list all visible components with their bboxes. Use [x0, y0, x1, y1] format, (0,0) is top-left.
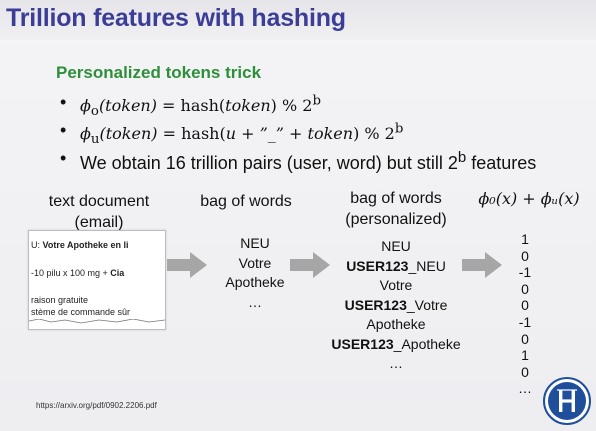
doc-line-2: -10 pilu x 100 mg + Cia	[31, 268, 125, 278]
personalized-item: USER123_Apotheke	[331, 335, 461, 352]
bullet-dot: •	[60, 120, 67, 140]
word-item: Votre	[238, 254, 272, 271]
slide-subtitle: Personalized tokens trick	[56, 63, 262, 82]
vector-entry: 0	[521, 297, 529, 314]
word-item: NEU	[240, 235, 270, 251]
personalized-item: …	[389, 355, 403, 371]
personalized-item: NEU	[381, 238, 411, 254]
footer-reference-link[interactable]: https://arxiv.org/pdf/0902.2206.pdf	[36, 401, 157, 410]
vector-entry: 0	[521, 247, 529, 264]
bag-of-words-list: NEU Votre Apotheke …	[200, 234, 310, 312]
vector-entry: 0	[521, 280, 529, 297]
bullet-list: • ϕo(token) = hash(token) % 2b • ϕu(toke…	[56, 88, 596, 173]
personalized-bag-list: NEU USER123_NEU Votre USER123_Votre Apot…	[318, 237, 474, 374]
vector-entry: -1	[518, 313, 532, 330]
formula-phi-o: ϕo(token) = hash(token) % 2b	[80, 94, 322, 120]
personalized-item: Apotheke	[366, 316, 426, 332]
feature-vector: 1 0 -1 0 0 -1 0 1 0 …	[511, 231, 539, 397]
heading-feature-formula: ϕ₀(x) + ϕᵤ(x)	[478, 189, 580, 208]
word-item: Apotheke	[225, 274, 285, 290]
bullet-trillion-pairs: • We obtain 16 trillion pairs (user, wor…	[56, 144, 596, 173]
bullet-phi-o: • ϕo(token) = hash(token) % 2b	[56, 88, 596, 120]
heading-text-document: text document (email)	[48, 193, 150, 231]
personalized-item: USER123_Votre	[344, 296, 448, 313]
vector-entry: 1	[521, 347, 529, 364]
heading-bag-of-words: bag of words	[200, 193, 292, 210]
heading-bag-personalized: bag of words (personalized)	[345, 190, 447, 228]
bullet-dot: •	[60, 148, 67, 168]
doc-line-4: stème de commande sûr	[31, 307, 131, 317]
vector-entry: -1	[518, 264, 532, 281]
vector-entry: 0	[521, 363, 529, 380]
word-item: …	[248, 293, 262, 310]
bullet-dot: •	[60, 92, 67, 112]
slide-title: Trillion features with hashing	[6, 4, 346, 32]
formula-phi-u: ϕu(token) = hash(u + ”_” + token) % 2b	[80, 122, 404, 148]
doc-line-3: raison gratuite	[31, 295, 89, 305]
vector-entry: …	[518, 380, 532, 397]
email-document-snippet: U: Votre Apotheke en li -10 pilu x 100 m…	[28, 230, 166, 330]
doc-cut-line	[29, 319, 165, 324]
doc-line-1: U: Votre Apotheke en li	[31, 240, 129, 250]
university-logo-icon	[543, 377, 591, 425]
bullet-phi-u: • ϕu(token) = hash(u + ”_” + token) % 2b	[56, 116, 596, 148]
bullet-trillion-text: We obtain 16 trillion pairs (user, word)…	[80, 149, 537, 173]
vector-entry: 0	[521, 330, 529, 347]
personalized-item: Votre	[379, 277, 413, 293]
vector-entry: 1	[521, 231, 529, 247]
personalized-item: USER123_NEU	[346, 257, 446, 274]
